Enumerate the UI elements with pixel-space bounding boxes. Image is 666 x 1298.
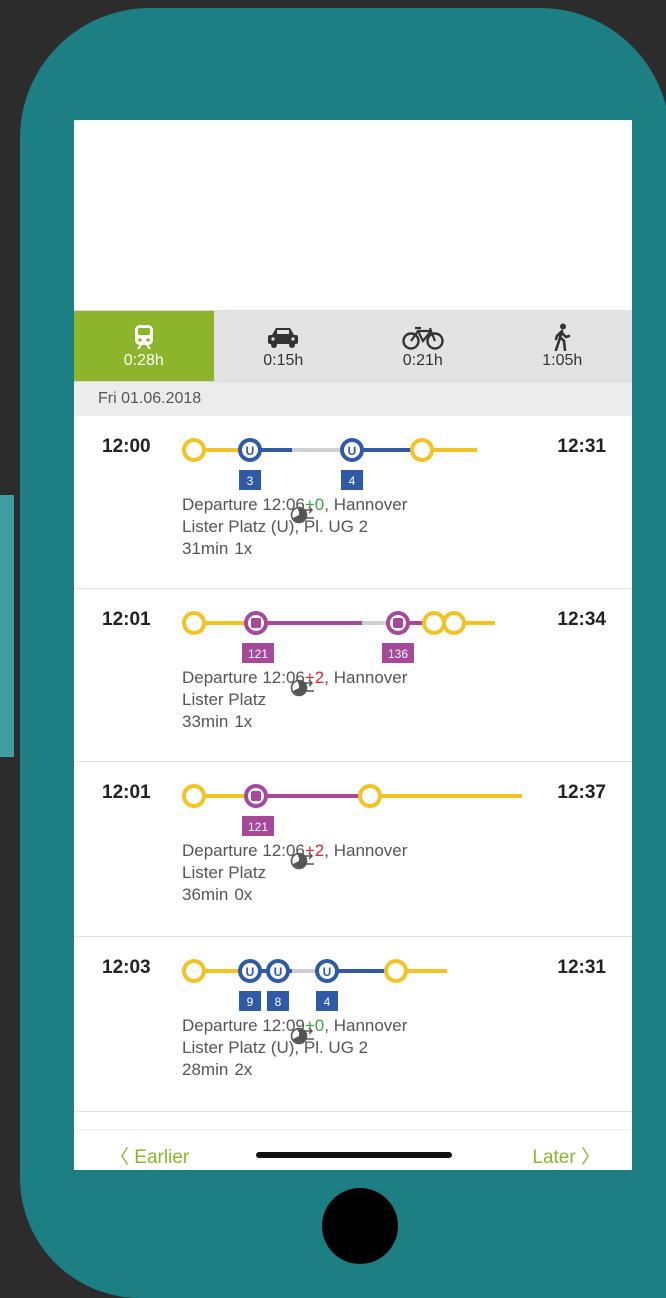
bike-icon — [401, 322, 445, 352]
svg-text:U: U — [348, 444, 357, 458]
trip-changes: 1x — [234, 712, 253, 731]
trip-duration: 31min — [182, 539, 229, 558]
train-icon — [133, 322, 155, 352]
trip-item[interactable]: 12:03 12:31 U U U 9 8 4 Departure 12:09+… — [74, 937, 632, 1112]
side-button — [0, 495, 14, 757]
trip-info: Departure 12:06+2, Hannover Lister Platz… — [182, 840, 407, 906]
svg-text:U: U — [274, 965, 283, 979]
trip-duration: 33min — [182, 712, 229, 731]
transfer-icon — [298, 506, 314, 522]
transfer-icon — [298, 1027, 314, 1043]
header-blank — [74, 120, 632, 310]
walk-stop-icon — [182, 784, 206, 808]
place: , Hannover — [324, 668, 408, 687]
place: , Hannover — [324, 495, 408, 514]
trip-changes: 2x — [234, 1060, 253, 1079]
home-indicator — [256, 1152, 452, 1158]
home-button[interactable] — [322, 1188, 398, 1264]
walk-stop-icon — [422, 611, 446, 635]
trip-info: Departure 12:06+0, Hannover Lister Platz… — [182, 494, 407, 560]
arrival-time: 12:34 — [557, 609, 606, 630]
trip-item[interactable]: 12:01 12:37 121 Departure 12:06+2, Hanno… — [74, 762, 632, 937]
walk-stop-icon — [410, 438, 434, 462]
line-badge: 8 — [275, 995, 282, 1009]
trip-info: Departure 12:09+0, Hannover Lister Platz… — [182, 1015, 407, 1081]
line-badge: 4 — [349, 474, 356, 488]
walk-stop-icon — [182, 438, 206, 462]
tab-train[interactable]: 0:28h — [74, 311, 214, 381]
arrival-time: 12:31 — [557, 957, 606, 978]
line-badge: 4 — [324, 995, 331, 1009]
tab-duration: 0:21h — [402, 352, 443, 369]
date-header: Fri 01.06.2018 — [74, 381, 632, 416]
walk-stop-icon — [182, 959, 206, 983]
tab-duration: 0:28h — [123, 352, 164, 369]
walk-stop-icon — [182, 611, 206, 635]
earlier-label: Earlier — [134, 1147, 190, 1168]
tab-duration: 0:15h — [263, 352, 304, 369]
line-badge: 9 — [247, 995, 254, 1009]
trip-changes: 0x — [234, 885, 253, 904]
departure-time: 12:01 — [102, 609, 151, 630]
svg-text:U: U — [246, 965, 255, 979]
place: , Hannover — [324, 841, 408, 860]
trip-item[interactable]: 12:01 12:34 121 136 Departure 12:06+2, H… — [74, 589, 632, 762]
tab-bike[interactable]: 0:21h — [353, 311, 493, 381]
departure-label: Departure 12:06 — [182, 495, 305, 514]
line-badge: 3 — [247, 474, 254, 488]
chevron-left-icon: 〈 — [110, 1147, 130, 1168]
later-label: Later — [532, 1147, 576, 1168]
app-screen: 0:28h 0:15h 0:21h 1:05h Fri 01.06.2018 1… — [74, 120, 632, 1170]
trip-duration: 28min — [182, 1060, 229, 1079]
line-badge: 136 — [388, 647, 408, 661]
trip-item[interactable]: 12:00 12:31 U U 3 4 Departure 12:06+0, H… — [74, 416, 632, 589]
mode-tabs: 0:28h 0:15h 0:21h 1:05h — [74, 310, 632, 381]
line-badge: 121 — [248, 647, 268, 661]
transfer-icon — [298, 679, 314, 695]
departure-time: 12:01 — [102, 782, 151, 803]
walk-stop-icon — [442, 611, 466, 635]
svg-text:U: U — [246, 444, 255, 458]
tab-car[interactable]: 0:15h — [213, 311, 353, 381]
pagination-bar: 〈 Earlier Later 〉 — [74, 1129, 632, 1170]
car-icon — [266, 322, 300, 352]
transfer-icon — [298, 852, 314, 868]
trip-duration: 36min — [182, 885, 229, 904]
trip-info: Departure 12:06+2, Hannover Lister Platz… — [182, 667, 407, 733]
departure-time: 12:00 — [102, 436, 151, 457]
earlier-button[interactable]: 〈 Earlier — [110, 1142, 189, 1169]
svg-text:U: U — [323, 965, 332, 979]
departure-time: 12:03 — [102, 957, 151, 978]
departure-label: Departure 12:09 — [182, 1016, 305, 1035]
arrival-time: 12:31 — [557, 436, 606, 457]
departure-label: Departure 12:06 — [182, 841, 305, 860]
walk-stop-icon — [384, 959, 408, 983]
arrival-time: 12:37 — [557, 782, 606, 803]
walk-icon — [553, 322, 571, 352]
later-button[interactable]: Later 〉 — [532, 1142, 600, 1169]
chevron-right-icon: 〉 — [580, 1147, 600, 1168]
walk-stop-icon — [358, 784, 382, 808]
departure-label: Departure 12:06 — [182, 668, 305, 687]
line-badge: 121 — [248, 820, 268, 834]
place: , Hannover — [324, 1016, 408, 1035]
trip-changes: 1x — [234, 539, 253, 558]
tab-duration: 1:05h — [542, 352, 583, 369]
tab-walk[interactable]: 1:05h — [492, 311, 632, 381]
